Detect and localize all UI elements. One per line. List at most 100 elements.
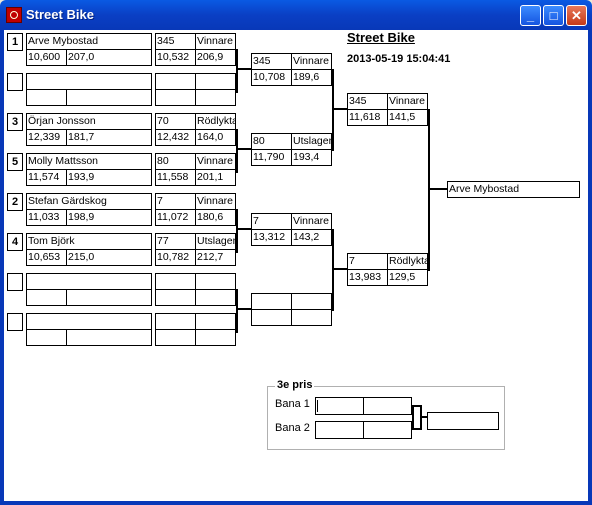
lane-2-speed[interactable]: [363, 421, 412, 439]
entrant-name[interactable]: [26, 273, 152, 290]
heat-result[interactable]: [291, 293, 332, 310]
heat-speed[interactable]: [195, 329, 236, 346]
bracket-connector: [236, 308, 251, 310]
entrant-speed[interactable]: 181,7: [66, 129, 152, 146]
entrant-name[interactable]: Örjan Jonsson: [26, 113, 152, 130]
entrant-time[interactable]: 12,339: [26, 129, 67, 146]
entrant-speed[interactable]: 198,9: [66, 209, 152, 226]
heat-speed[interactable]: 143,2: [291, 229, 332, 246]
entrant-time[interactable]: 11,033: [26, 209, 67, 226]
heat-number[interactable]: 80: [155, 153, 196, 170]
seed-number: 2: [7, 193, 23, 211]
heat-time[interactable]: 11,072: [155, 209, 196, 226]
heat-number[interactable]: 70: [155, 113, 196, 130]
heat-number[interactable]: 7: [155, 193, 196, 210]
heat-number[interactable]: [155, 273, 196, 290]
heat-result[interactable]: Vinnare: [291, 53, 332, 70]
heat-time[interactable]: 10,782: [155, 249, 196, 266]
seed-number: 4: [7, 233, 23, 251]
entrant-time[interactable]: 11,574: [26, 169, 67, 186]
heat-result[interactable]: [195, 313, 236, 330]
heat-result[interactable]: Rödlyktа: [195, 113, 236, 130]
entrant-speed[interactable]: 193,9: [66, 169, 152, 186]
entrant-name[interactable]: [26, 313, 152, 330]
entrant-speed[interactable]: [66, 289, 152, 306]
event-datetime: 2013-05-19 15:04:41: [347, 53, 451, 65]
entrant-name[interactable]: Molly Mattsson: [26, 153, 152, 170]
heat-speed[interactable]: 164,0: [195, 129, 236, 146]
entrant-name[interactable]: Arve Mybostad: [26, 33, 152, 50]
heat-speed[interactable]: 129,5: [387, 269, 428, 286]
heat-speed[interactable]: 180,6: [195, 209, 236, 226]
entrant-speed[interactable]: [66, 329, 152, 346]
heat-result[interactable]: [195, 73, 236, 90]
heat-result[interactable]: Vinnare: [387, 93, 428, 110]
close-button[interactable]: ✕: [566, 5, 587, 26]
heat-time[interactable]: 10,708: [251, 69, 292, 86]
heat-speed[interactable]: 193,4: [291, 149, 332, 166]
heat-number[interactable]: 345: [155, 33, 196, 50]
heat-time[interactable]: [155, 89, 196, 106]
heat-time[interactable]: [251, 309, 292, 326]
winner-field[interactable]: Arve Mybostad: [447, 181, 580, 198]
heat-time[interactable]: [155, 289, 196, 306]
heat-time[interactable]: 13,983: [347, 269, 388, 286]
heat-number[interactable]: 7: [347, 253, 388, 270]
entrant-time[interactable]: [26, 289, 67, 306]
heat-number[interactable]: 345: [347, 93, 388, 110]
title-bar[interactable]: Street Bike _ □ ✕: [0, 0, 592, 30]
heat-speed[interactable]: 212,7: [195, 249, 236, 266]
heat-time[interactable]: [155, 329, 196, 346]
heat-number[interactable]: [251, 293, 292, 310]
heat-number[interactable]: [155, 313, 196, 330]
heat-number[interactable]: [155, 73, 196, 90]
heat-speed[interactable]: [195, 89, 236, 106]
heat-time[interactable]: 12,432: [155, 129, 196, 146]
heat-number[interactable]: 80: [251, 133, 292, 150]
lane-1-time[interactable]: [315, 397, 364, 415]
heat-speed[interactable]: 206,9: [195, 49, 236, 66]
bracket-connector: [412, 428, 420, 430]
heat-speed[interactable]: 141,5: [387, 109, 428, 126]
minimize-button[interactable]: _: [520, 5, 541, 26]
heat-result[interactable]: Utslagen: [195, 233, 236, 250]
entrant-time[interactable]: 10,600: [26, 49, 67, 66]
bracket-connector: [332, 229, 334, 311]
heat-speed[interactable]: [291, 309, 332, 326]
entrant-name[interactable]: [26, 73, 152, 90]
third-place-winner-field[interactable]: [427, 412, 499, 430]
lane-2-time[interactable]: [315, 421, 364, 439]
heat-result[interactable]: [195, 273, 236, 290]
entrant-speed[interactable]: [66, 89, 152, 106]
heat-result[interactable]: Vinnare: [195, 153, 236, 170]
entrant-speed[interactable]: 207,0: [66, 49, 152, 66]
entrant-time[interactable]: [26, 89, 67, 106]
bracket-connector: [236, 289, 238, 333]
entrant-speed[interactable]: 215,0: [66, 249, 152, 266]
heat-result[interactable]: Utslagen: [291, 133, 332, 150]
entrant-name[interactable]: Tom Björk: [26, 233, 152, 250]
heat-result[interactable]: Vinnare: [291, 213, 332, 230]
heat-time[interactable]: 13,312: [251, 229, 292, 246]
lane-1-speed[interactable]: [363, 397, 412, 415]
heat-time[interactable]: 10,532: [155, 49, 196, 66]
event-title: Street Bike: [347, 30, 415, 45]
heat-result[interactable]: Rödlyktа: [387, 253, 428, 270]
heat-number[interactable]: 7: [251, 213, 292, 230]
heat-speed[interactable]: 189,6: [291, 69, 332, 86]
heat-speed[interactable]: [195, 289, 236, 306]
entrant-time[interactable]: [26, 329, 67, 346]
heat-result[interactable]: Vinnare: [195, 193, 236, 210]
heat-number[interactable]: 345: [251, 53, 292, 70]
heat-number[interactable]: 77: [155, 233, 196, 250]
heat-time[interactable]: 11,790: [251, 149, 292, 166]
heat-speed[interactable]: 201,1: [195, 169, 236, 186]
seed-number: [7, 73, 23, 91]
entrant-name[interactable]: Stefan Gärdskog: [26, 193, 152, 210]
heat-time[interactable]: 11,558: [155, 169, 196, 186]
entrant-time[interactable]: 10,653: [26, 249, 67, 266]
maximize-button[interactable]: □: [543, 5, 564, 26]
heat-time[interactable]: 11,618: [347, 109, 388, 126]
bracket-connector: [332, 108, 347, 110]
heat-result[interactable]: Vinnare: [195, 33, 236, 50]
